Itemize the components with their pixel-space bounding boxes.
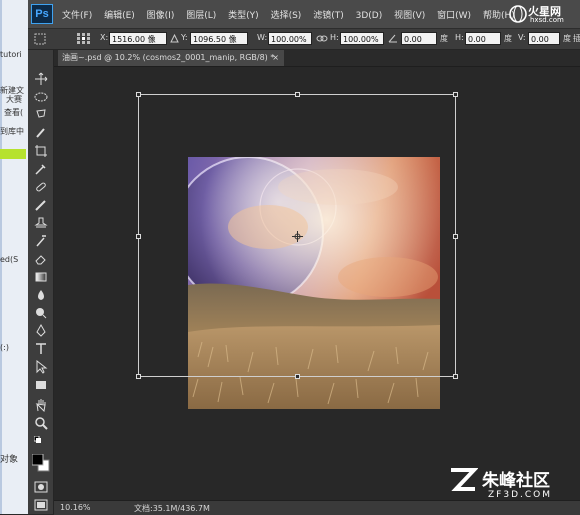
quick-mask-icon[interactable]: [34, 480, 48, 494]
eyedropper-tool-icon[interactable]: [34, 162, 48, 176]
angle-icon: [388, 34, 397, 43]
blur-tool-icon[interactable]: [34, 288, 48, 302]
pen-tool-icon[interactable]: [34, 324, 48, 338]
vskew-field[interactable]: 0.00: [528, 32, 560, 45]
hxsd-watermark: 火星网 hxsd.com: [508, 2, 580, 26]
transform-center-icon[interactable]: [292, 231, 303, 242]
eraser-tool-icon[interactable]: [34, 252, 48, 266]
bg-text-3: 大赛: [6, 95, 22, 104]
clone-stamp-tool-icon[interactable]: [34, 216, 48, 230]
hskew-field[interactable]: 0.00: [465, 32, 501, 45]
menu-select[interactable]: 选择(S): [271, 8, 302, 21]
crop-tool-icon[interactable]: [34, 144, 48, 158]
menu-3d[interactable]: 3D(D): [356, 11, 383, 21]
gradient-tool-icon[interactable]: [34, 270, 48, 284]
zf3d-watermark: 朱峰社区 ZF3D.COM: [448, 462, 578, 512]
document-tab[interactable]: 油画~.psd @ 10.2% (cosmos2_0001_manip, RGB…: [58, 50, 284, 66]
lasso-tool-icon[interactable]: [34, 108, 48, 122]
angle-unit: 度: [440, 34, 448, 43]
shape-tool-icon[interactable]: [34, 378, 48, 392]
y-field[interactable]: 1096.50 像: [190, 32, 248, 45]
w-field[interactable]: 100.00%: [268, 32, 312, 45]
photoshop-logo: Ps: [31, 4, 53, 24]
transform-handle-middle-right[interactable]: [453, 234, 458, 239]
interp-label[interactable]: 插图: [573, 33, 580, 44]
zf3d-text: 朱峰社区: [482, 471, 550, 491]
transform-handle-bottom-right[interactable]: [453, 374, 458, 379]
menu-view[interactable]: 视图(V): [394, 8, 425, 21]
hskew-label: H:: [455, 33, 464, 42]
document-tab-bar: 油画~.psd @ 10.2% (cosmos2_0001_manip, RGB…: [54, 50, 580, 67]
delta-icon[interactable]: [170, 34, 179, 43]
menu-layer[interactable]: 图层(L): [186, 8, 216, 21]
zoom-level[interactable]: 10.16%: [60, 503, 91, 512]
menu-bar: Ps 文件(F) 编辑(E) 图像(I) 图层(L) 类型(Y) 选择(S) 滤…: [28, 0, 580, 29]
screen-mode-icon[interactable]: [34, 498, 48, 512]
menu-type[interactable]: 类型(Y): [228, 8, 259, 21]
healing-tool-icon[interactable]: [34, 180, 48, 194]
background-window: tutori 新建文 大赛 查看( 到库中 ed(S (:) 对象: [0, 0, 28, 514]
foreground-background-colors-icon[interactable]: [32, 454, 50, 472]
hand-tool-icon[interactable]: [34, 398, 48, 412]
default-colors-icon[interactable]: [34, 436, 48, 450]
h-field[interactable]: 100.00%: [340, 32, 384, 45]
link-icon[interactable]: [316, 34, 328, 43]
transform-handle-top-center[interactable]: [295, 92, 300, 97]
menu-list: 文件(F) 编辑(E) 图像(I) 图层(L) 类型(Y) 选择(S) 滤镜(T…: [62, 8, 524, 21]
hxsd-sub: hxsd.com: [530, 16, 564, 24]
bg-text-4: 查看(: [4, 108, 24, 117]
angle-field[interactable]: 0.00: [401, 32, 437, 45]
toolbox: [28, 50, 54, 514]
canvas-area[interactable]: [54, 67, 580, 499]
bg-text-1: tutori: [0, 50, 22, 59]
path-select-tool-icon[interactable]: [34, 360, 48, 374]
bg-green-bar: [0, 149, 26, 159]
history-brush-tool-icon[interactable]: [34, 234, 48, 248]
transform-handle-top-right[interactable]: [453, 92, 458, 97]
transform-tool-icon[interactable]: [34, 33, 46, 45]
type-tool-icon[interactable]: [34, 342, 48, 356]
vskew-label: V:: [518, 33, 526, 42]
reference-point-icon[interactable]: [77, 33, 91, 45]
brush-tool-icon[interactable]: [34, 198, 48, 212]
w-label: W:: [257, 33, 268, 42]
h-label: H:: [330, 33, 339, 42]
transform-handle-top-left[interactable]: [136, 92, 141, 97]
transform-handle-bottom-left[interactable]: [136, 374, 141, 379]
menu-image[interactable]: 图像(I): [147, 8, 175, 21]
transform-handle-middle-left[interactable]: [136, 234, 141, 239]
options-bar: X: 1516.00 像 Y: 1096.50 像 W: 100.00% H: …: [28, 29, 580, 50]
menu-window[interactable]: 窗口(W): [437, 8, 471, 21]
y-label: Y:: [181, 33, 188, 42]
x-field[interactable]: 1516.00 像: [109, 32, 167, 45]
marquee-tool-icon[interactable]: [34, 90, 48, 104]
vskew-unit: 度: [563, 34, 571, 43]
document-size: 文档:35.1M/436.7M: [134, 504, 210, 513]
dodge-tool-icon[interactable]: [34, 306, 48, 320]
menu-file[interactable]: 文件(F): [62, 8, 92, 21]
hskew-unit: 度: [504, 34, 512, 43]
x-label: X:: [100, 33, 109, 42]
tab-close-icon[interactable]: ×: [272, 50, 279, 66]
menu-filter[interactable]: 滤镜(T): [313, 8, 344, 21]
move-tool-icon[interactable]: [34, 72, 48, 86]
bg-text-7: (:): [0, 343, 9, 352]
transform-handle-bottom-center[interactable]: [295, 374, 300, 379]
free-transform-bounding-box[interactable]: [136, 92, 458, 379]
zf3d-logo-icon: [451, 468, 478, 491]
zf3d-sub: ZF3D.COM: [488, 490, 552, 500]
quick-select-tool-icon[interactable]: [34, 126, 48, 140]
document-tab-title: 油画~.psd @ 10.2% (cosmos2_0001_manip, RGB…: [62, 53, 275, 62]
bg-text-5: 到库中: [0, 127, 24, 136]
bg-text-6: ed(S: [0, 255, 19, 264]
zoom-tool-icon[interactable]: [34, 416, 48, 430]
bg-text-8: 对象: [0, 455, 19, 465]
menu-edit[interactable]: 编辑(E): [104, 8, 135, 21]
